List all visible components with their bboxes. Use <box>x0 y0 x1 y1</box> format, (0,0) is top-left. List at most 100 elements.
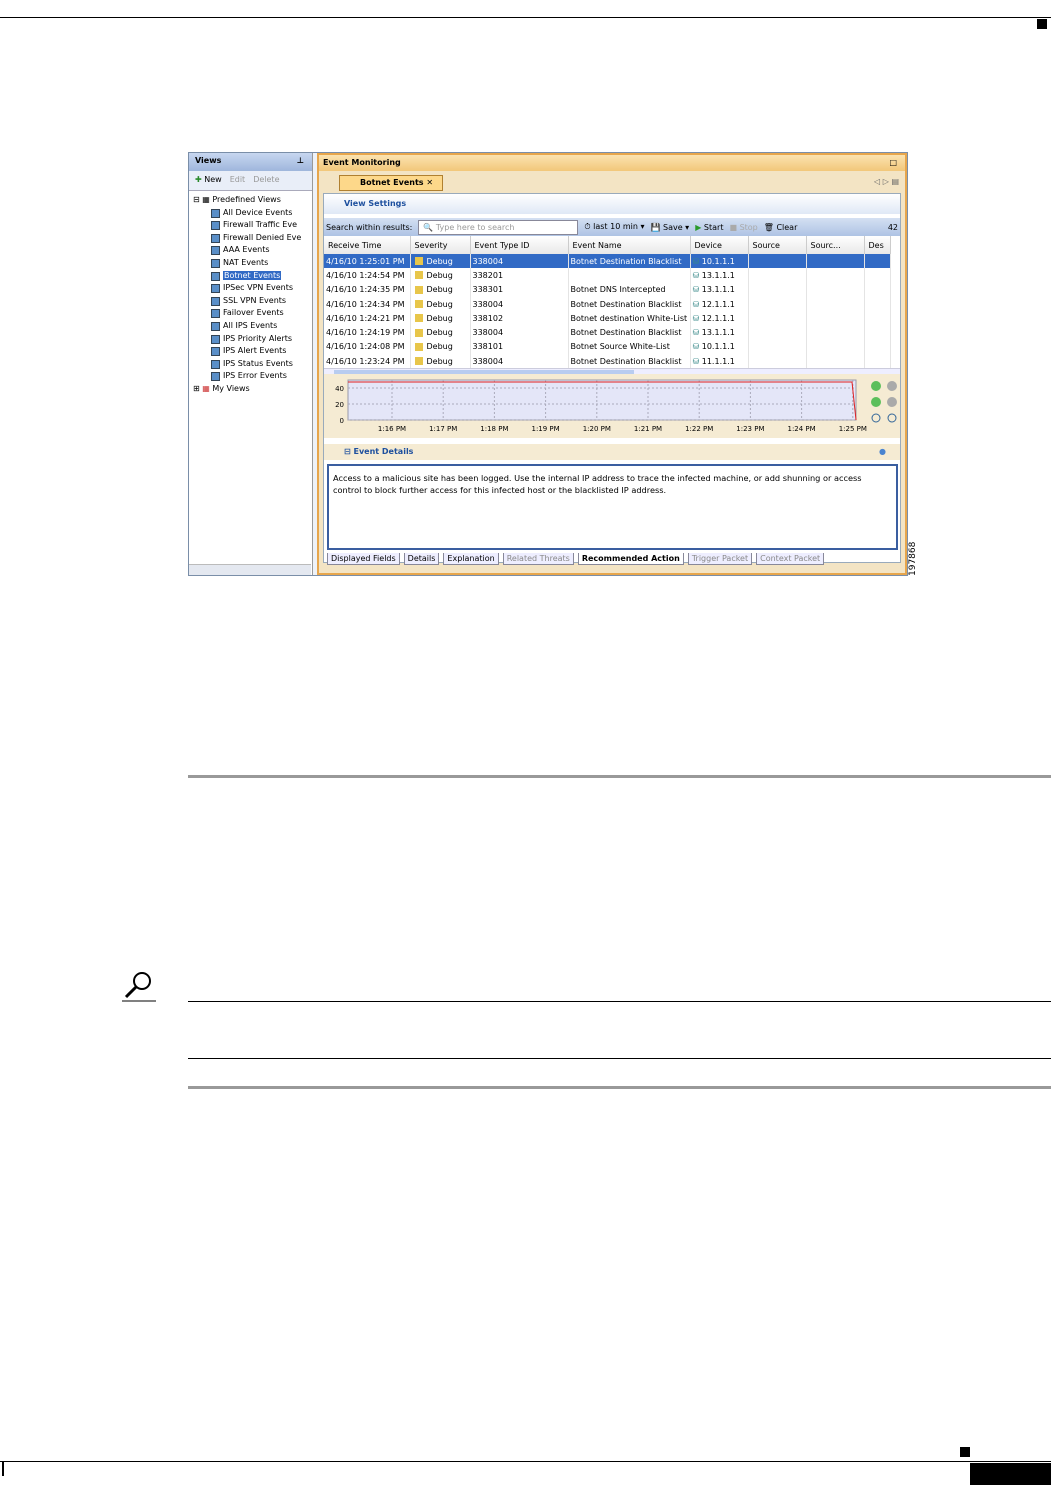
search-input[interactable]: 🔍 Type here to search <box>418 219 579 235</box>
edit-button[interactable]: Edit <box>230 175 246 186</box>
time-label: last 10 min <box>593 222 638 231</box>
source <box>748 339 807 355</box>
table-row[interactable]: 4/16/10 1:24:08 PM Debug 338101 Botnet Sour… <box>324 339 891 355</box>
clear-button[interactable]: 🗑 Clear <box>764 223 798 232</box>
device: ⛁ 12.1.1.1 <box>690 296 749 312</box>
tree-item[interactable]: AAA Events <box>193 244 308 257</box>
column-header[interactable]: Device <box>690 236 749 254</box>
page-number-box <box>970 1463 1051 1485</box>
tree-item[interactable]: Failover Events <box>193 307 308 320</box>
tree-item[interactable]: IPS Error Events <box>193 370 308 383</box>
delete-button[interactable]: Delete <box>253 175 279 186</box>
receive-time: 4/16/10 1:24:34 PM <box>324 296 411 312</box>
tree-root-predefined[interactable]: ⊟ ▦ Predefined Views <box>193 194 308 207</box>
destination <box>864 311 891 326</box>
tree-item[interactable]: IPS Alert Events <box>193 345 308 358</box>
info-icon[interactable]: ● <box>879 447 886 456</box>
tree-item[interactable]: NAT Events <box>193 257 308 270</box>
table-row[interactable]: 4/16/10 1:23:24 PM Debug 338004 Botnet Dest… <box>324 354 891 369</box>
detail-tab[interactable]: Context Packet <box>756 553 825 565</box>
column-header[interactable]: Source <box>748 236 807 254</box>
tab-botnet-events[interactable]: Botnet Events ✕ <box>339 175 443 191</box>
severity-label: Debug <box>426 342 453 352</box>
detail-tab[interactable]: Details <box>403 553 440 565</box>
destination <box>864 282 891 297</box>
view-icon <box>211 208 220 218</box>
tree-item[interactable]: Botnet Events <box>193 270 308 283</box>
view-settings[interactable]: View Settings <box>324 194 900 214</box>
time-range-dropdown[interactable]: ⏱ last 10 min ▾ <box>584 222 644 232</box>
tree-item-label: SSL VPN Events <box>223 295 287 305</box>
tree-item[interactable]: IPSec VPN Events <box>193 282 308 295</box>
receive-time: 4/16/10 1:23:24 PM <box>324 354 411 369</box>
table-row[interactable]: 4/16/10 1:24:19 PM Debug 338004 Botnet Dest… <box>324 325 891 340</box>
receive-time: 4/16/10 1:24:54 PM <box>324 268 411 283</box>
close-icon[interactable]: ✕ <box>426 178 433 187</box>
table-row[interactable]: 4/16/10 1:24:34 PM Debug 338004 Botnet Dest… <box>324 296 891 312</box>
event-type-id: 338101 <box>470 339 569 355</box>
x-tick-label: 1:24 PM <box>787 425 815 433</box>
horizontal-scrollbar[interactable] <box>189 564 311 575</box>
tip-magnifier-icon <box>122 970 156 1002</box>
pin-icon[interactable]: ⊥ <box>297 156 304 165</box>
view-icon <box>211 296 220 306</box>
view-icon <box>211 334 220 344</box>
device-ip: 13.1.1.1 <box>701 270 735 280</box>
tree-item[interactable]: All Device Events <box>193 207 308 220</box>
views-title: Views <box>195 156 222 165</box>
source-port <box>806 339 865 355</box>
detail-tab[interactable]: Displayed Fields <box>327 553 400 565</box>
screenshot-figure: Views ⊥ ✚ New Edit Delete ⊟ ▦ Predefined … <box>188 152 908 576</box>
device-ip: 12.1.1.1 <box>701 299 735 309</box>
stop-button[interactable]: ■ Stop <box>729 223 757 232</box>
tree-item[interactable]: SSL VPN Events <box>193 295 308 308</box>
tree-item[interactable]: IPS Priority Alerts <box>193 333 308 346</box>
column-header[interactable]: Sourc... <box>806 236 865 254</box>
tab-nav-icons[interactable]: ◁ ▷ ▤ <box>874 177 899 186</box>
events-table: Receive Time Severity Event Type ID Event N… <box>324 236 891 369</box>
detail-tab[interactable]: Recommended Action <box>577 553 684 565</box>
maximize-icon[interactable]: □ <box>889 158 897 167</box>
source <box>748 282 807 297</box>
chart-svg: 40 20 0 1:16 PM 1:17 PM 1:18 PM 1:19 PM 1:20 PM… <box>335 379 897 433</box>
tree-item[interactable]: Firewall Denied Eve <box>193 232 308 245</box>
detail-tab[interactable]: Related Threats <box>502 553 574 565</box>
new-button[interactable]: ✚ New <box>195 175 222 186</box>
severity-label: Debug <box>426 356 453 366</box>
detail-tab[interactable]: Trigger Packet <box>687 553 753 565</box>
source <box>748 254 807 269</box>
receive-time: 4/16/10 1:24:19 PM <box>324 325 411 340</box>
column-header[interactable]: Severity <box>410 236 471 254</box>
tree-item[interactable]: All IPS Events <box>193 320 308 333</box>
event-name: Botnet Destination Blacklist <box>568 354 691 369</box>
events-toolbar: Search within results: 🔍 Type here to se… <box>324 218 900 236</box>
event-name: Botnet DNS Intercepted <box>568 282 691 297</box>
source-port <box>806 282 865 297</box>
panel-title: Event Monitoring <box>323 158 401 167</box>
severity: Debug <box>410 311 471 326</box>
table-row[interactable]: 4/16/10 1:24:21 PM Debug 338102 Botnet dest… <box>324 311 891 326</box>
event-details-title: Event Details <box>353 447 414 456</box>
tree-item[interactable]: Firewall Traffic Eve <box>193 219 308 232</box>
debug-icon <box>414 342 423 351</box>
save-button[interactable]: 💾 Save ▾ <box>650 223 689 232</box>
source <box>748 296 807 312</box>
column-header[interactable]: Des <box>864 236 891 254</box>
column-header[interactable]: Event Type ID <box>470 236 569 254</box>
tree-item-label: Firewall Traffic Eve <box>223 220 297 230</box>
tree-item[interactable]: IPS Status Events <box>193 358 308 371</box>
severity: Debug <box>410 354 471 369</box>
event-details-header[interactable]: ⊟ Event Details ● <box>324 444 900 460</box>
tree-root-my-views[interactable]: ⊞ ▦ My Views <box>193 383 308 396</box>
column-header[interactable]: Event Name <box>568 236 691 254</box>
tree-item-label: Botnet Events <box>223 270 282 280</box>
table-row[interactable]: 4/16/10 1:25:01 PM Debug 338004 Botnet Dest… <box>324 254 891 269</box>
figure-number: 197868 <box>908 541 918 576</box>
table-row[interactable]: 4/16/10 1:24:35 PM Debug 338301 Botnet DNS … <box>324 282 891 297</box>
start-button[interactable]: ▶ Start <box>695 223 723 232</box>
new-label: New <box>204 175 222 184</box>
event-type-id: 338004 <box>470 325 569 340</box>
column-header[interactable]: Receive Time <box>324 236 411 254</box>
table-row[interactable]: 4/16/10 1:24:54 PM Debug 338201 ⛁ 13.1.1.1 <box>324 268 891 283</box>
detail-tab[interactable]: Explanation <box>443 553 499 565</box>
